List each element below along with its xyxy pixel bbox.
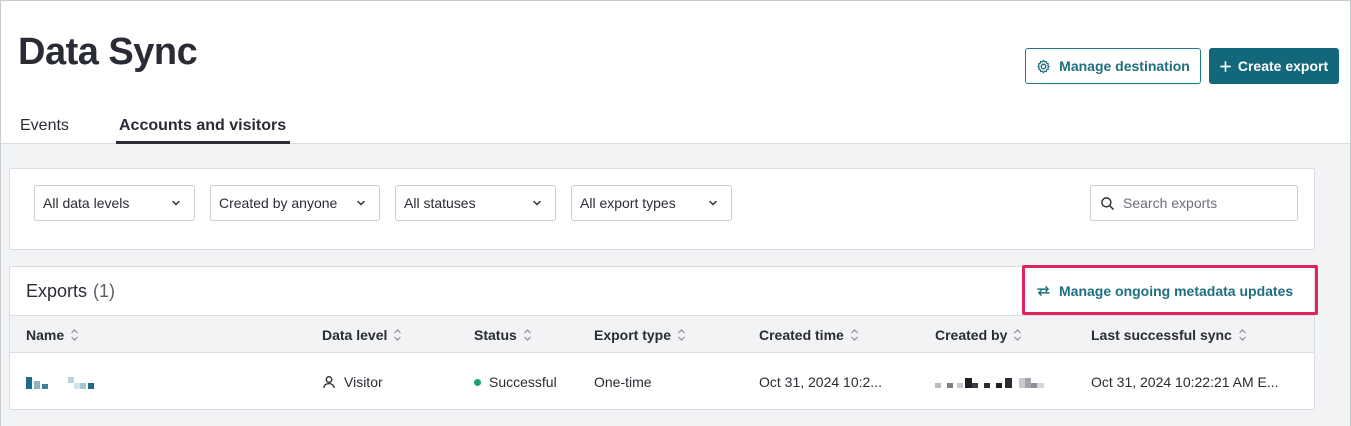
exports-panel: Exports (1) Manage ongoing metadata updat… — [9, 265, 1318, 410]
create-export-button[interactable]: Create export — [1209, 48, 1339, 84]
created-by-filter-value: Created by anyone — [219, 195, 338, 211]
create-export-label: Create export — [1237, 58, 1329, 74]
manage-metadata-updates-label: Manage ongoing metadata updates — [1059, 283, 1294, 299]
status-value: Successful — [489, 374, 557, 390]
column-header-status[interactable]: Status — [474, 327, 532, 343]
column-label: Export type — [594, 327, 672, 343]
manage-metadata-updates-link[interactable]: Manage ongoing metadata updates — [1036, 283, 1293, 299]
page-title: Data Sync — [18, 31, 198, 73]
status-filter-value: All statuses — [404, 195, 476, 211]
created-time-value: Oct 31, 2024 10:2... — [759, 374, 882, 390]
column-label: Status — [474, 327, 517, 343]
tab-accounts-and-visitors[interactable]: Accounts and visitors — [119, 117, 286, 135]
tab-events[interactable]: Events — [20, 117, 69, 135]
manage-destination-label: Manage destination — [1059, 58, 1190, 74]
column-header-created-by[interactable]: Created by — [935, 327, 1022, 343]
exports-count: (1) — [93, 281, 116, 301]
column-label: Created time — [759, 327, 844, 343]
data-level-filter[interactable]: All data levels — [34, 185, 195, 221]
created-by-filter[interactable]: Created by anyone — [210, 185, 380, 221]
chevron-down-icon — [709, 200, 717, 206]
sort-icon — [1238, 329, 1246, 341]
page-header: Data Sync Manage destination Create expo… — [1, 1, 1350, 144]
column-header-export-type[interactable]: Export type — [594, 327, 686, 343]
app-frame: Data Sync Manage destination Create expo… — [0, 0, 1351, 426]
redacted-export-name[interactable] — [26, 374, 98, 390]
redacted-created-by — [935, 378, 1044, 388]
column-label: Data level — [322, 327, 388, 343]
export-type-filter[interactable]: All export types — [571, 185, 732, 221]
column-header-last-successful-sync[interactable]: Last successful sync — [1091, 327, 1247, 343]
chevron-down-icon — [357, 200, 365, 206]
search-box[interactable] — [1090, 185, 1298, 221]
column-header-name[interactable]: Name — [26, 327, 79, 343]
last-sync-value: Oct 31, 2024 10:22:21 AM E... — [1091, 374, 1279, 390]
person-icon — [323, 376, 335, 389]
data-level-filter-value: All data levels — [43, 195, 130, 211]
gear-icon — [1037, 59, 1050, 73]
sort-icon — [850, 329, 858, 341]
sort-icon — [394, 329, 402, 341]
column-label: Last successful sync — [1091, 327, 1232, 343]
chevron-down-icon — [533, 200, 541, 206]
column-label: Name — [26, 327, 65, 343]
status-cell: Successful — [474, 374, 557, 390]
sort-icon — [678, 329, 685, 341]
column-header-data-level[interactable]: Data level — [322, 327, 402, 343]
chevron-down-icon — [172, 200, 180, 206]
status-success-dot — [474, 378, 481, 386]
export-type-value: One-time — [594, 374, 652, 390]
column-label: Created by — [935, 327, 1008, 343]
plus-icon — [1219, 60, 1231, 72]
data-level-value: Visitor — [344, 374, 383, 390]
exports-heading: Exports (1) — [26, 281, 115, 302]
sort-icon — [523, 329, 531, 341]
manage-destination-button[interactable]: Manage destination — [1025, 48, 1201, 84]
column-header-created-time[interactable]: Created time — [759, 327, 859, 343]
status-filter[interactable]: All statuses — [395, 185, 556, 221]
data-level-cell: Visitor — [322, 374, 383, 390]
filter-bar: All data levels Created by anyone All st… — [9, 168, 1315, 250]
sort-icon — [1014, 329, 1022, 341]
export-type-filter-value: All export types — [580, 195, 676, 211]
table-header: Name Data level Status Export type Creat… — [10, 315, 1314, 353]
search-icon — [1101, 197, 1114, 210]
sort-icon — [71, 329, 79, 341]
exports-title: Exports — [26, 281, 88, 301]
search-input[interactable] — [1123, 195, 1283, 211]
sync-arrows-icon — [1037, 286, 1050, 296]
